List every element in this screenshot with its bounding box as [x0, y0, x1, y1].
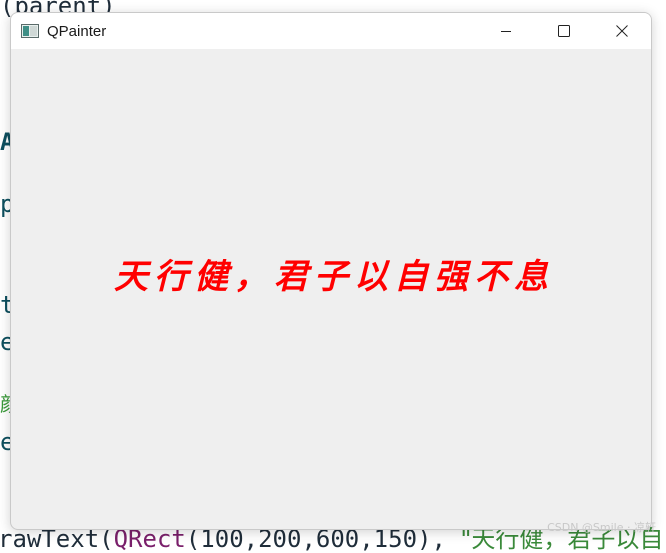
- app-window-icon: [21, 24, 39, 38]
- maximize-button[interactable]: [535, 13, 593, 49]
- painted-calligraphy-text: 天行健，君子以自强不息: [114, 257, 554, 297]
- minimize-button[interactable]: [477, 13, 535, 49]
- minimize-icon: [501, 31, 511, 32]
- qpainter-window: QPainter 天行健，君子以自强不息: [10, 12, 652, 530]
- maximize-icon: [558, 25, 570, 37]
- window-title: QPainter: [47, 22, 107, 40]
- window-controls: [477, 13, 651, 49]
- close-icon: [616, 25, 628, 37]
- watermark: CSDN @Smile · 凉轩: [547, 521, 656, 534]
- title-bar[interactable]: QPainter: [11, 13, 651, 49]
- close-button[interactable]: [593, 13, 651, 49]
- paint-canvas: 天行健，君子以自强不息: [11, 49, 651, 529]
